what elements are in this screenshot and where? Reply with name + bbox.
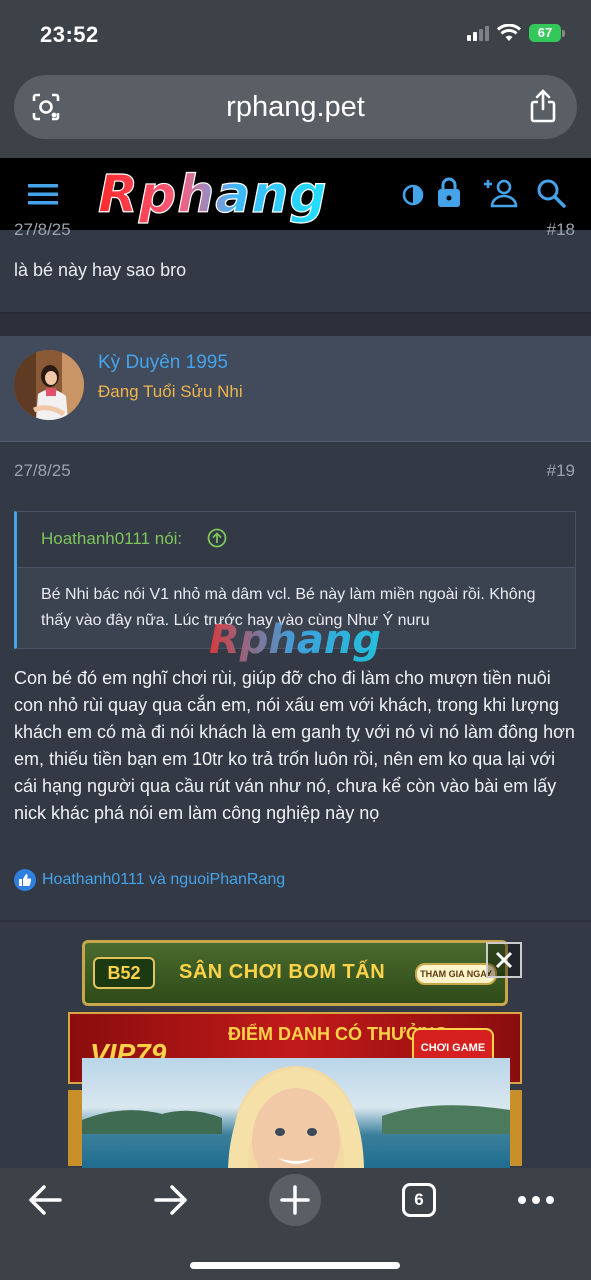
- quote-author[interactable]: Hoathanh0111 nói:: [41, 529, 182, 549]
- status-time: 23:52: [40, 22, 99, 47]
- ad-logo: B52: [93, 957, 155, 989]
- ad-image[interactable]: [82, 1058, 510, 1168]
- back-arrow-icon[interactable]: [26, 1182, 64, 1218]
- svg-text:Rphang: Rphang: [98, 165, 328, 225]
- url-text[interactable]: rphang.pet: [14, 75, 577, 139]
- ad-area: B52 SÂN CHƠI BOM TẤN THAM GIA NGAY VIP79…: [0, 922, 591, 1168]
- more-options-icon[interactable]: [516, 1190, 556, 1210]
- svg-text:Rphang: Rphang: [209, 617, 381, 663]
- username-link[interactable]: Kỳ Duyên 1995: [98, 352, 228, 374]
- search-icon[interactable]: [536, 178, 566, 208]
- ad-banner-b52[interactable]: B52 SÂN CHƠI BOM TẤN THAM GIA NGAY: [82, 940, 508, 1006]
- site-header: Rphang: [0, 158, 591, 230]
- menu-icon[interactable]: [28, 182, 58, 206]
- share-icon[interactable]: [529, 89, 557, 123]
- previous-post: 27/8/25 #18 là bé này hay sao bro: [0, 220, 591, 314]
- new-tab-button[interactable]: [269, 1174, 321, 1226]
- ad-text: SÂN CHƠI BOM TẤN: [179, 961, 386, 983]
- add-user-icon[interactable]: [482, 178, 518, 208]
- watermark-logo: Rphang: [209, 617, 381, 663]
- post-date[interactable]: 27/8/25: [14, 220, 71, 240]
- reactions-bar[interactable]: Hoathanh0111 và nguoiPhanRang: [14, 869, 285, 891]
- post-body: là bé này hay sao bro: [14, 260, 187, 280]
- like-icon: [14, 869, 36, 891]
- forward-arrow-icon[interactable]: [152, 1182, 190, 1218]
- wifi-icon: [497, 24, 521, 41]
- lock-icon[interactable]: [436, 176, 462, 208]
- post-user-block: Kỳ Duyên 1995 Đang Tuổi Sửu Nhi: [0, 336, 591, 442]
- post-19: 27/8/25 #19 Hoathanh0111 nói: Bé Nhi bác…: [0, 443, 591, 920]
- browser-address-area: rphang.pet: [0, 66, 591, 158]
- site-logo[interactable]: Rphang: [92, 164, 362, 226]
- browser-toolbar: 6: [0, 1168, 591, 1280]
- cellular-signal-icon: [467, 25, 489, 41]
- quote-header[interactable]: Hoathanh0111 nói:: [17, 512, 575, 568]
- close-ad-button[interactable]: [486, 942, 522, 978]
- battery-level: 67: [529, 24, 561, 42]
- contrast-icon[interactable]: [402, 184, 424, 206]
- home-indicator[interactable]: [190, 1262, 400, 1269]
- reactions-users[interactable]: Hoathanh0111 và nguoiPhanRang: [42, 871, 285, 889]
- post-number[interactable]: #19: [547, 461, 575, 481]
- status-icons: 67: [467, 24, 565, 42]
- status-bar: 23:52 67: [0, 0, 591, 66]
- user-title: Đang Tuổi Sửu Nhi: [98, 382, 243, 401]
- close-icon: [495, 951, 513, 969]
- address-bar[interactable]: rphang.pet: [14, 75, 577, 139]
- plus-icon: [280, 1185, 310, 1215]
- arrow-up-circle-icon[interactable]: [207, 528, 227, 548]
- post-separator: [0, 314, 591, 336]
- avatar[interactable]: [14, 350, 84, 420]
- ad-cta-button[interactable]: THAM GIA NGAY: [415, 963, 497, 985]
- post-number[interactable]: #18: [547, 220, 575, 240]
- tab-switcher-button[interactable]: 6: [402, 1183, 436, 1217]
- battery-icon: 67: [529, 24, 565, 42]
- post-date[interactable]: 27/8/25: [14, 461, 71, 481]
- post-body: Con bé đó em nghĩ chơi rùi, giúp đỡ cho …: [14, 668, 575, 823]
